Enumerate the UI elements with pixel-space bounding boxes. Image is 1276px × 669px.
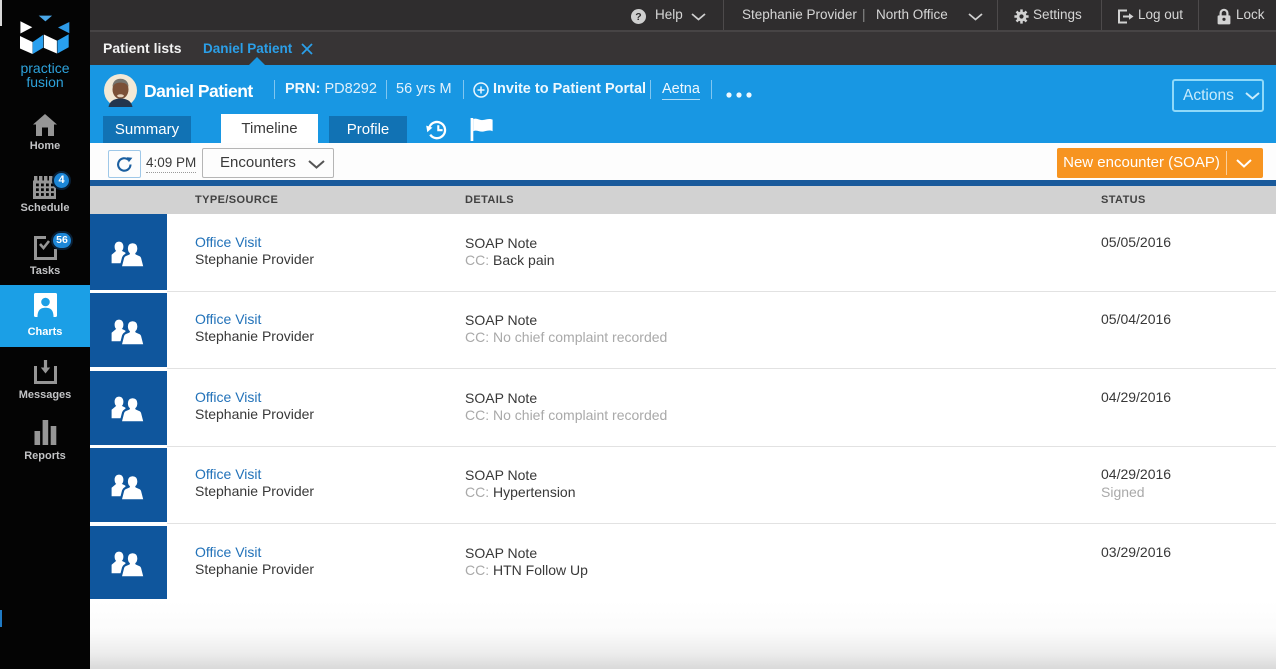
svg-text:?: ? xyxy=(635,11,641,23)
